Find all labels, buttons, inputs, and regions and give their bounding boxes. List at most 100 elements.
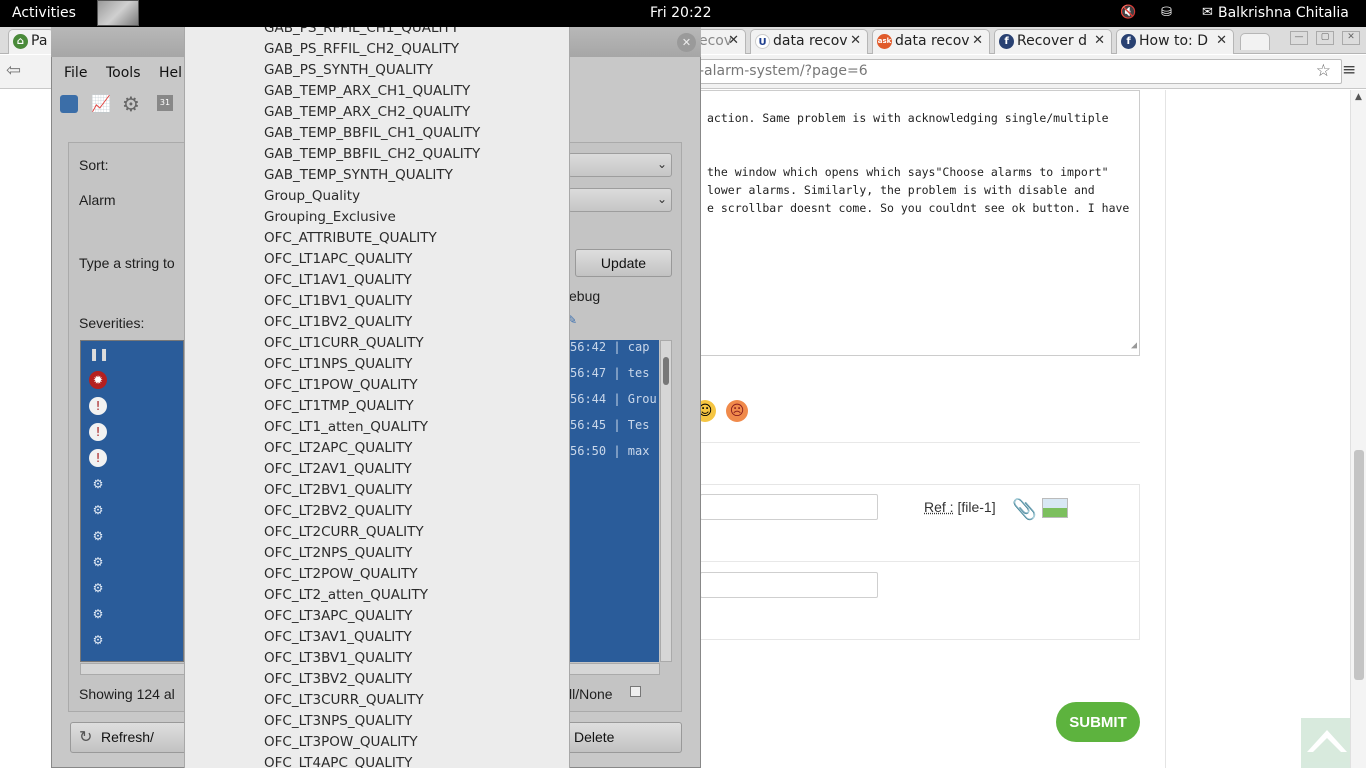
alarm-option[interactable]: OFC_ATTRIBUTE_QUALITY <box>264 228 480 249</box>
alarm-option[interactable]: GAB_TEMP_ARX_CH1_QUALITY <box>264 81 480 102</box>
resize-handle-icon[interactable]: ◢ <box>1131 337 1137 355</box>
log-scrollbar-thumb[interactable] <box>663 357 669 385</box>
alarm-dropdown-popup[interactable]: GAB_PS_RFFIL_CH1_QUALITY GAB_PS_RFFIL_CH2… <box>184 27 570 768</box>
tab-data-recovery-2[interactable]: ask data recov ✕ <box>872 29 990 54</box>
angry-emoji-icon[interactable]: ☹ <box>726 400 748 422</box>
chart-icon[interactable]: 📈 <box>91 94 111 113</box>
alarm-option[interactable]: OFC_LT1BV2_QUALITY <box>264 312 480 333</box>
alarm-option[interactable]: GAB_TEMP_BBFIL_CH2_QUALITY <box>264 144 480 165</box>
network-icon[interactable]: ⛁ <box>1161 5 1172 20</box>
clock[interactable]: Fri 20:22 <box>650 5 711 21</box>
scroll-up-icon[interactable]: ▲ <box>1355 92 1362 102</box>
user-menu[interactable]: Balkrishna Chitalia <box>1218 5 1349 21</box>
menu-file[interactable]: File <box>64 65 87 81</box>
log-row[interactable]: 56:42 | cap <box>570 340 649 354</box>
alarm-option[interactable]: OFC_LT4APC_QUALITY <box>264 753 480 768</box>
alarm-option[interactable]: OFC_LT3POW_QUALITY <box>264 732 480 753</box>
alarm-option[interactable]: OFC_LT1AV1_QUALITY <box>264 270 480 291</box>
page-scrollbar[interactable]: ▲ <box>1350 90 1366 768</box>
alarm-option[interactable]: OFC_LT2_atten_QUALITY <box>264 585 480 606</box>
alarm-option[interactable]: OFC_LT3NPS_QUALITY <box>264 711 480 732</box>
alarm-option[interactable]: OFC_LT1BV1_QUALITY <box>264 291 480 312</box>
alarm-option[interactable]: OFC_LT3APC_QUALITY <box>264 606 480 627</box>
alarm-option[interactable]: OFC_LT1POW_QUALITY <box>264 375 480 396</box>
close-icon[interactable]: ✕ <box>1216 33 1227 48</box>
settings-gear-icon[interactable]: ⚙ <box>122 92 140 116</box>
alarm-option[interactable]: OFC_LT1NPS_QUALITY <box>264 354 480 375</box>
close-icon[interactable]: ✕ <box>1094 33 1105 48</box>
alarm-option[interactable]: GAB_TEMP_ARX_CH2_QUALITY <box>264 102 480 123</box>
calendar-icon[interactable]: 31 <box>157 95 173 111</box>
alarm-option[interactable]: OFC_LT1TMP_QUALITY <box>264 396 480 417</box>
close-icon[interactable]: ✕ <box>972 33 983 48</box>
back-to-top-button[interactable] <box>1301 718 1353 768</box>
address-bar[interactable]: -alarm-system/?page=6 ☆ <box>690 59 1342 84</box>
alarm-option[interactable]: OFC_LT2APC_QUALITY <box>264 438 480 459</box>
alarm-option[interactable]: Grouping_Exclusive <box>264 207 480 228</box>
back-icon[interactable]: ⇦ <box>6 60 21 81</box>
minimize-icon[interactable]: — <box>1290 31 1308 45</box>
alarm-option[interactable]: OFC_LT2CURR_QUALITY <box>264 522 480 543</box>
tab-recover[interactable]: f Recover d ✕ <box>994 29 1112 54</box>
sort-combo[interactable]: ⌄ <box>568 153 672 177</box>
alarm-option[interactable]: OFC_LT3CURR_QUALITY <box>264 690 480 711</box>
alarm-combo[interactable]: ⌄ <box>568 188 672 212</box>
volume-muted-icon[interactable]: 🔇 <box>1120 5 1136 20</box>
close-icon[interactable]: ✕ <box>850 33 861 48</box>
maximize-icon[interactable]: ▢ <box>1316 31 1334 45</box>
alarm-option[interactable]: GAB_TEMP_BBFIL_CH1_QUALITY <box>264 123 480 144</box>
log-scrollbar[interactable] <box>660 340 672 662</box>
alarm-option[interactable]: OFC_LT2BV1_QUALITY <box>264 480 480 501</box>
page-scrollbar-thumb[interactable] <box>1354 450 1364 680</box>
log-row[interactable]: 56:44 | Grou <box>570 392 657 406</box>
app-close-icon[interactable]: ✕ <box>677 33 696 52</box>
tab-how-to[interactable]: f How to: D ✕ <box>1116 29 1234 54</box>
delete-button[interactable]: Delete <box>566 722 682 753</box>
severity-list[interactable]: ❚❚ ✹ ! ! ! ⚙ ⚙ ⚙ ⚙ ⚙ ⚙ ⚙ <box>80 340 184 662</box>
window-thumbnail[interactable] <box>97 0 139 26</box>
alarm-option[interactable]: OFC_LT3BV1_QUALITY <box>264 648 480 669</box>
alarm-options-list[interactable]: GAB_PS_RFFIL_CH1_QUALITY GAB_PS_RFFIL_CH2… <box>264 27 480 768</box>
refresh-icon: ↻ <box>79 729 93 746</box>
alarm-log-table[interactable]: 56:42 | cap 56:47 | tes 56:44 | Grou 56:… <box>569 340 659 662</box>
comment-textarea[interactable]: action. Same problem is with acknowledgi… <box>700 90 1140 356</box>
alarm-option[interactable]: GAB_PS_RFFIL_CH1_QUALITY <box>264 27 480 39</box>
alarm-option[interactable]: OFC_LT2NPS_QUALITY <box>264 543 480 564</box>
refresh-button[interactable]: ↻ Refresh/ <box>70 722 190 753</box>
alarm-option[interactable]: OFC_LT3AV1_QUALITY <box>264 627 480 648</box>
update-button[interactable]: Update <box>575 249 672 277</box>
log-row[interactable]: 56:45 | Tes <box>570 418 649 432</box>
alarm-option[interactable]: GAB_PS_SYNTH_QUALITY <box>264 60 480 81</box>
close-icon[interactable]: ✕ <box>728 33 739 48</box>
submit-button[interactable]: SUBMIT <box>1056 702 1140 742</box>
toolbar-db-icon[interactable] <box>60 95 78 113</box>
chat-icon[interactable]: ✉ <box>1202 5 1213 20</box>
alarm-option[interactable]: GAB_PS_RFFIL_CH2_QUALITY <box>264 39 480 60</box>
log-row[interactable]: 56:50 | max <box>570 444 649 458</box>
tab-app[interactable]: ⌂ Pa <box>8 29 54 54</box>
alarm-option[interactable]: OFC_LT2AV1_QUALITY <box>264 459 480 480</box>
tags-input[interactable] <box>700 572 878 598</box>
title-input[interactable] <box>700 494 878 520</box>
alarm-option[interactable]: OFC_LT1APC_QUALITY <box>264 249 480 270</box>
new-tab-button[interactable] <box>1240 33 1270 50</box>
alarm-option[interactable]: GAB_TEMP_SYNTH_QUALITY <box>264 165 480 186</box>
log-row[interactable]: 56:47 | tes <box>570 366 649 380</box>
alarm-option[interactable]: OFC_LT3BV2_QUALITY <box>264 669 480 690</box>
window-close-icon[interactable]: ✕ <box>1342 31 1360 45</box>
alarm-option[interactable]: Group_Quality <box>264 186 480 207</box>
alarm-option[interactable]: OFC_LT1CURR_QUALITY <box>264 333 480 354</box>
star-icon[interactable]: ☆ <box>1316 61 1331 81</box>
menu-tools[interactable]: Tools <box>106 65 141 81</box>
all-none-checkbox[interactable] <box>630 686 641 697</box>
image-icon[interactable] <box>1042 498 1068 518</box>
alarm-option[interactable]: OFC_LT2BV2_QUALITY <box>264 501 480 522</box>
menu-icon[interactable]: ≡ <box>1342 60 1356 80</box>
paperclip-icon[interactable]: 📎 <box>1012 497 1037 521</box>
alarm-option[interactable]: OFC_LT1_atten_QUALITY <box>264 417 480 438</box>
tab-data-recovery-1[interactable]: Udata recov ✕ <box>750 29 868 54</box>
menu-help[interactable]: Hel <box>159 65 182 81</box>
activities-button[interactable]: Activities <box>12 5 76 21</box>
alarm-option[interactable]: OFC_LT2POW_QUALITY <box>264 564 480 585</box>
chevron-down-icon: ⌄ <box>656 192 667 206</box>
